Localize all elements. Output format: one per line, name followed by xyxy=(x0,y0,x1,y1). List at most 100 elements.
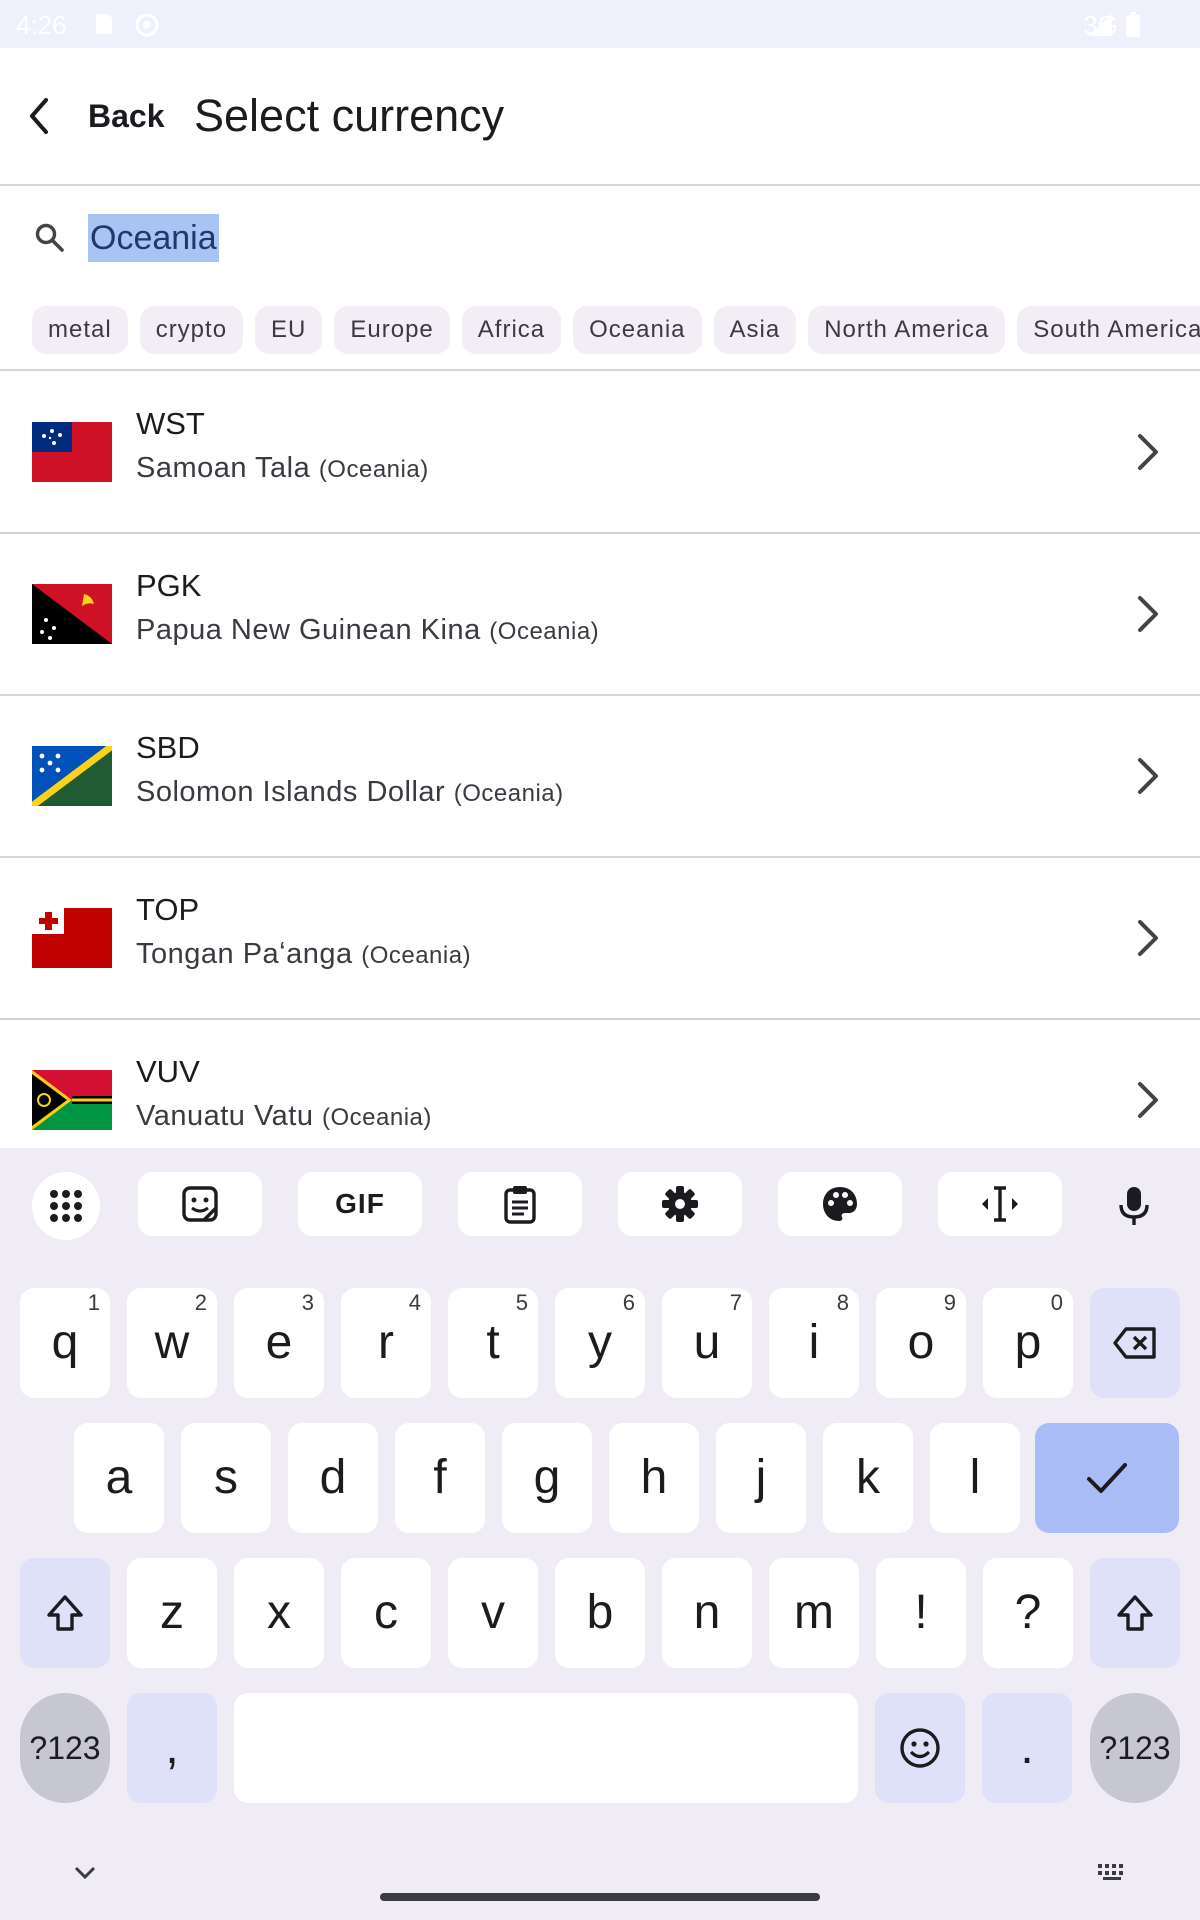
key[interactable]: i8 xyxy=(769,1288,859,1398)
sticker-icon[interactable] xyxy=(138,1172,262,1236)
filter-chip[interactable]: Oceania xyxy=(573,306,702,354)
key[interactable]: v xyxy=(448,1558,538,1668)
currency-code: VUV xyxy=(136,1054,200,1089)
filter-chip[interactable]: North America xyxy=(808,306,1006,354)
tonga-flag xyxy=(32,908,112,968)
key-hint: 2 xyxy=(194,1290,207,1315)
apps-icon[interactable] xyxy=(32,1172,100,1240)
filter-chip[interactable]: Asia xyxy=(713,306,797,354)
key-hint: 3 xyxy=(301,1290,314,1315)
emoji-key[interactable] xyxy=(875,1693,965,1803)
key-hint: 5 xyxy=(515,1290,528,1315)
period-key[interactable]: . xyxy=(982,1693,1072,1803)
currency-code: PGK xyxy=(136,568,202,603)
key-hint: 1 xyxy=(87,1290,100,1315)
enter-key[interactable] xyxy=(1035,1423,1179,1533)
app-bar: Back Select currency xyxy=(0,48,1200,184)
chevron-right-icon xyxy=(1138,1082,1158,1118)
key[interactable]: y6 xyxy=(555,1288,645,1398)
key[interactable]: o9 xyxy=(876,1288,966,1398)
key[interactable]: j xyxy=(716,1423,806,1533)
key[interactable]: ! xyxy=(876,1558,966,1668)
filter-chip[interactable]: EU xyxy=(255,306,323,354)
key[interactable]: c xyxy=(341,1558,431,1668)
shift-key-left[interactable] xyxy=(20,1558,110,1668)
key[interactable]: h xyxy=(609,1423,699,1533)
clipboard-icon[interactable] xyxy=(458,1172,582,1236)
filter-chip[interactable]: South America xyxy=(1017,306,1200,354)
currency-name: Samoan Tala (Oceania) xyxy=(136,452,429,484)
currency-row[interactable]: PGK Papua New Guinean Kina (Oceania) xyxy=(0,534,1200,694)
currency-name: Vanuatu Vatu (Oceania) xyxy=(136,1100,432,1132)
currency-row[interactable]: WST Samoan Tala (Oceania) xyxy=(0,372,1200,532)
symbols-key-left[interactable]: ?123 xyxy=(20,1693,110,1803)
keyboard-switch-icon[interactable] xyxy=(1096,1862,1130,1882)
key[interactable]: r4 xyxy=(341,1288,431,1398)
key[interactable]: ? xyxy=(983,1558,1073,1668)
key[interactable]: w2 xyxy=(127,1288,217,1398)
key[interactable]: m xyxy=(769,1558,859,1668)
currency-region: (Oceania) xyxy=(322,1104,432,1131)
key[interactable]: d xyxy=(288,1423,378,1533)
filter-chip[interactable]: Africa xyxy=(461,306,562,354)
solomon-islands-flag xyxy=(32,746,112,806)
navigation-handle[interactable] xyxy=(380,1893,820,1901)
key[interactable]: n xyxy=(662,1558,752,1668)
symbols-key-right[interactable]: ?123 xyxy=(1090,1693,1180,1803)
search-input[interactable]: Oceania xyxy=(88,214,219,262)
filter-chips: metal crypto EU Europe Africa Oceania Asia Nort… xyxy=(32,306,1200,354)
key[interactable]: p0 xyxy=(983,1288,1073,1398)
soft-keyboard: GIF q1w2e3r4t5y6u7i8o9p0 asdfghjkl zxcvb… xyxy=(0,1148,1200,1920)
currency-row[interactable]: TOP Tongan Paʻanga (Oceania) xyxy=(0,858,1200,1018)
key[interactable]: k xyxy=(823,1423,913,1533)
gif-icon[interactable]: GIF xyxy=(298,1172,422,1236)
comma-key[interactable]: , xyxy=(127,1693,217,1803)
settings-icon[interactable] xyxy=(618,1172,742,1236)
currency-row[interactable]: SBD Solomon Islands Dollar (Oceania) xyxy=(0,696,1200,856)
key[interactable]: t5 xyxy=(448,1288,538,1398)
key[interactable]: l xyxy=(930,1423,1020,1533)
filter-chip[interactable]: metal xyxy=(32,306,128,354)
key-hint: 4 xyxy=(408,1290,421,1315)
back-button[interactable]: Back xyxy=(24,88,165,144)
keyboard-hide-icon[interactable] xyxy=(72,1864,98,1882)
text-cursor-icon[interactable] xyxy=(938,1172,1062,1236)
search-icon xyxy=(35,223,64,252)
chevron-right-icon xyxy=(1138,920,1158,956)
currency-region: (Oceania) xyxy=(318,456,429,483)
key[interactable]: q1 xyxy=(20,1288,110,1398)
microphone-icon[interactable] xyxy=(1100,1172,1168,1240)
arrow-back-icon xyxy=(30,98,48,134)
status-bar: 4:26 3G xyxy=(0,0,1200,48)
signal-icon xyxy=(1088,14,1112,36)
chevron-right-icon xyxy=(1138,434,1158,470)
currency-name: Tongan Paʻanga (Oceania) xyxy=(136,938,472,970)
key[interactable]: a xyxy=(74,1423,164,1533)
battery-icon xyxy=(1126,12,1140,37)
space-key[interactable] xyxy=(234,1693,858,1803)
key[interactable]: b xyxy=(555,1558,645,1668)
currency-name: Papua New Guinean Kina (Oceania) xyxy=(136,614,600,646)
filter-chip[interactable]: Europe xyxy=(334,306,450,354)
key-hint: 9 xyxy=(943,1290,956,1315)
key-hint: 8 xyxy=(836,1290,849,1315)
vanuatu-flag xyxy=(32,1070,112,1130)
chevron-right-icon xyxy=(1138,596,1158,632)
samoa-flag xyxy=(32,422,112,482)
key[interactable]: z xyxy=(127,1558,217,1668)
shift-key-right[interactable] xyxy=(1090,1558,1180,1668)
currency-code: TOP xyxy=(136,892,200,927)
backspace-key[interactable] xyxy=(1090,1288,1180,1398)
key[interactable]: s xyxy=(181,1423,271,1533)
key[interactable]: f xyxy=(395,1423,485,1533)
palette-icon[interactable] xyxy=(778,1172,902,1236)
papua-new-guinea-flag xyxy=(32,584,112,644)
filter-chip[interactable]: crypto xyxy=(139,306,244,354)
key[interactable]: g xyxy=(502,1423,592,1533)
key[interactable]: x xyxy=(234,1558,324,1668)
chevron-right-icon xyxy=(1138,758,1158,794)
key[interactable]: u7 xyxy=(662,1288,752,1398)
currency-region: (Oceania) xyxy=(489,618,600,645)
currency-region: (Oceania) xyxy=(453,780,564,807)
key[interactable]: e3 xyxy=(234,1288,324,1398)
